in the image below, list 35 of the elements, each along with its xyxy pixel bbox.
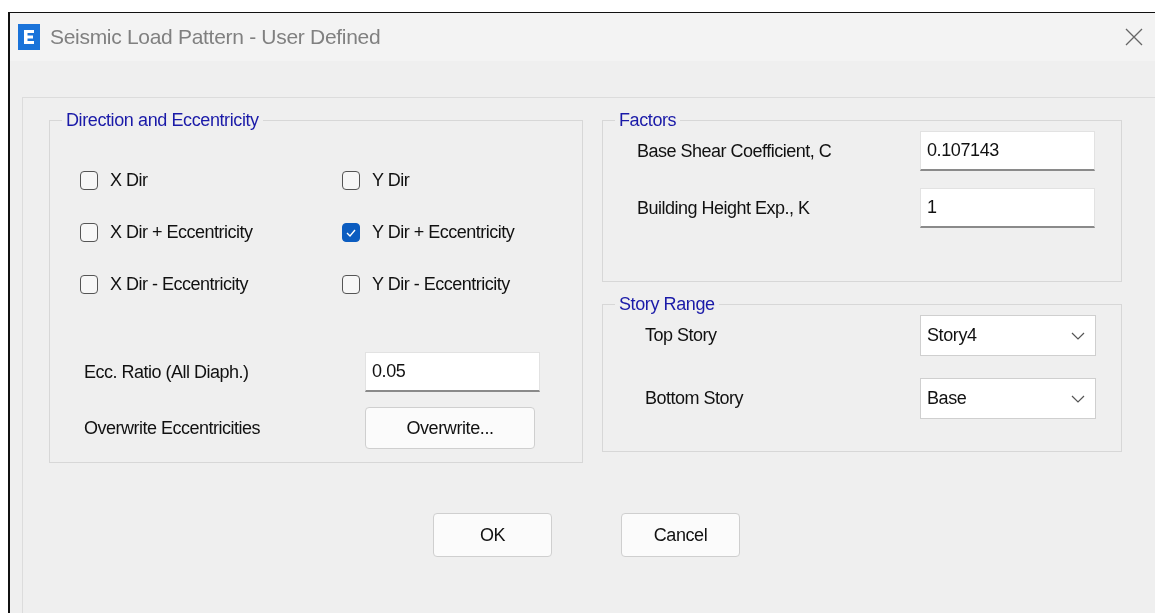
group-title: Factors [618,110,678,131]
close-icon[interactable] [1125,28,1143,46]
field-label: Base Shear Coefficient, C [637,140,833,162]
input-field[interactable]: 1 [920,188,1095,228]
checkbox-label: X Dir [110,170,148,191]
checkbox-label: Y Dir [372,170,410,191]
input-field[interactable]: 0.05 [365,352,540,392]
checkbox-label: Y Dir - Eccentricity [372,274,510,295]
checkbox-label: X Dir + Eccentricity [110,222,253,243]
input-field[interactable]: 0.107143 [920,131,1095,171]
field-label: Overwrite Eccentricities [84,417,262,439]
chevron-icon [1071,331,1085,340]
field-label: Top Story [645,325,718,346]
field-label: Ecc. Ratio (All Diaph.) [84,361,250,383]
checkbox[interactable] [80,223,98,242]
chevron-icon [1071,394,1085,403]
check-icon [345,227,357,238]
dropdown[interactable]: Base [920,378,1096,419]
checkbox[interactable] [80,275,98,294]
field-label: Building Height Exp., K [637,197,811,219]
checkbox-label: X Dir - Eccentricity [110,274,249,295]
checkbox[interactable] [80,171,98,190]
ok-button[interactable]: OK [433,513,552,557]
checkbox[interactable] [342,223,360,242]
field-label: Bottom Story [645,388,745,409]
checkbox[interactable] [342,171,360,190]
window-title: Seismic Load Pattern - User Defined [50,25,381,49]
cancel-button[interactable]: Cancel [621,513,740,557]
checkbox[interactable] [342,275,360,294]
overwrite-button[interactable]: Overwrite... [365,407,535,449]
app-logo-icon [18,24,40,50]
group-title: Direction and Eccentricity [65,110,260,131]
group-title: Story Range [618,294,716,315]
checkbox-label: Y Dir + Eccentricity [372,222,515,243]
dropdown[interactable]: Story4 [920,315,1096,356]
